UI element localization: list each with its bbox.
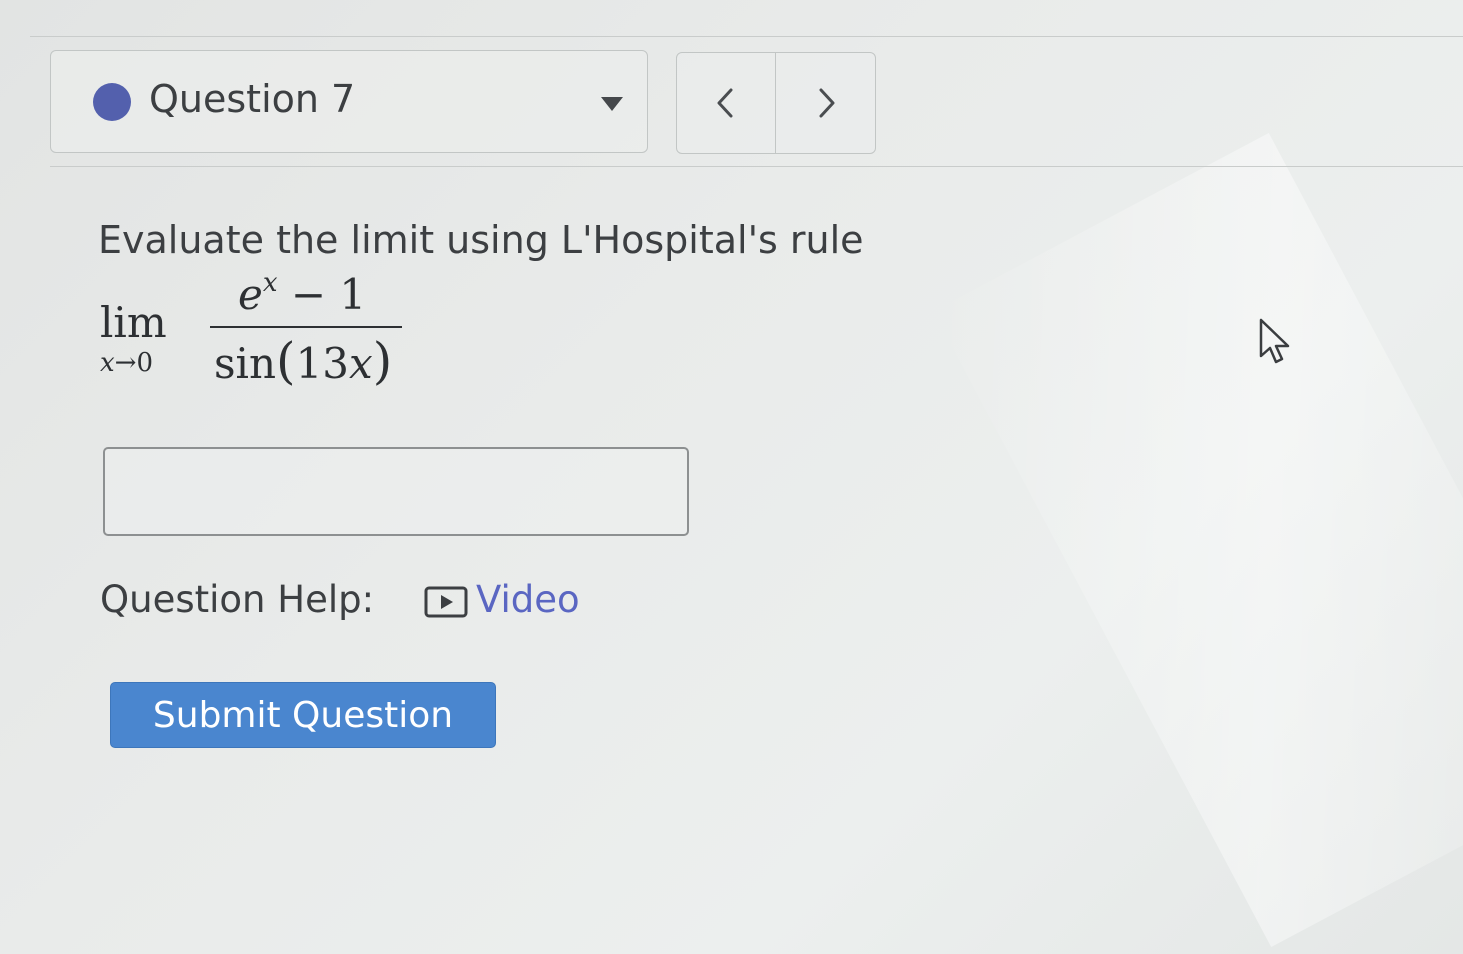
lim-subscript: x→0	[100, 348, 153, 378]
open-paren: (	[276, 332, 296, 390]
question-help-label: Question Help:	[100, 578, 375, 621]
mouse-pointer-icon	[1259, 318, 1290, 364]
header-divider	[50, 166, 1463, 167]
question-number-label: Question 7	[149, 77, 356, 121]
numerator-base: e	[238, 270, 263, 319]
numerator-rest: − 1	[277, 270, 367, 319]
answer-input[interactable]	[103, 447, 689, 536]
video-link-label: Video	[476, 578, 580, 621]
question-selector[interactable]: Question 7	[50, 50, 648, 153]
video-help-link[interactable]: Video	[424, 578, 580, 621]
lim-variable: x	[100, 348, 115, 378]
question-navigation	[676, 52, 876, 154]
limit-expression: lim x→0 ex − 1 sin(13x)	[100, 268, 410, 400]
lim-target: 0	[136, 348, 154, 378]
top-divider	[30, 36, 1463, 37]
caret-down-icon	[601, 97, 623, 111]
close-paren: )	[372, 332, 393, 390]
chevron-right-icon	[819, 88, 834, 118]
status-dot-icon	[93, 83, 131, 121]
question-prompt: Evaluate the limit using L'Hospital's ru…	[98, 218, 864, 262]
fraction-numerator: ex − 1	[238, 268, 367, 319]
next-question-button[interactable]	[776, 53, 875, 153]
denominator-function: sin	[214, 339, 277, 388]
previous-question-button[interactable]	[677, 53, 776, 153]
screen-glare	[933, 132, 1463, 948]
fraction-bar	[210, 326, 402, 328]
fraction-denominator: sin(13x)	[214, 332, 392, 390]
denominator-coefficient: 13	[295, 339, 350, 388]
numerator-exponent: x	[262, 268, 278, 298]
lim-operator: lim	[100, 298, 167, 347]
lim-arrow: →	[114, 348, 137, 378]
submit-question-button[interactable]: Submit Question	[110, 682, 496, 748]
chevron-left-icon	[717, 88, 733, 118]
play-icon	[424, 586, 468, 617]
denominator-variable: x	[349, 339, 373, 388]
